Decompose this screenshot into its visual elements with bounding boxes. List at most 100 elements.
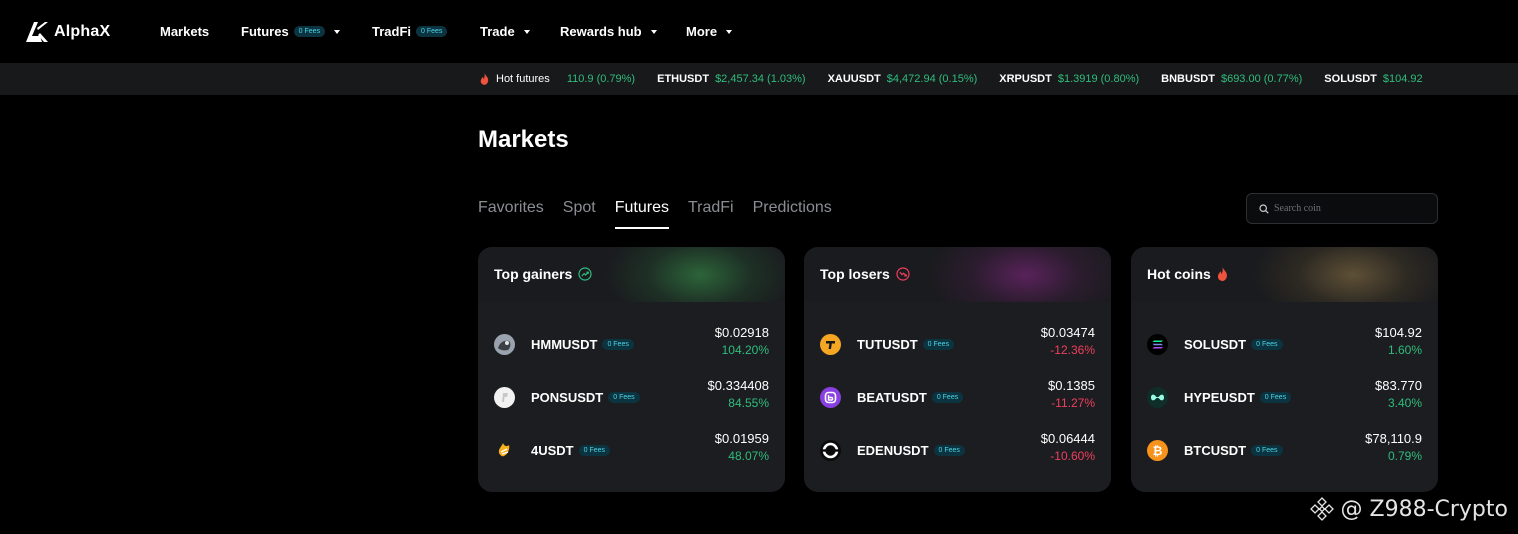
tut-coin-icon <box>820 333 841 355</box>
alphax-logo-icon <box>26 22 48 42</box>
coin-row-beatusdt[interactable]: BEATUSDT 0 Fees $0.1385 -11.27% <box>820 377 1095 417</box>
fee-badge: 0 Fees <box>1251 444 1283 456</box>
coin-change: 84.55% <box>728 396 769 410</box>
fee-badge: 0 Fees <box>578 444 611 456</box>
nav-futures[interactable]: Futures 0 Fees <box>241 24 341 39</box>
binance-square-icon <box>1309 497 1334 521</box>
ticker-symbol[interactable]: SOLUSDT <box>1324 73 1377 85</box>
coin-row-solusdt[interactable]: SOLUSDT 0 Fees $104.92 1.60% <box>1147 324 1422 364</box>
nav-trade[interactable]: Trade <box>480 24 530 39</box>
market-tabs: Favorites Spot Futures TradFi Prediction… <box>478 199 851 231</box>
svg-text:₿: ₿ <box>1153 444 1163 458</box>
coin-symbol: EDENUSDT <box>857 442 929 458</box>
top-losers-card: Top losers TUTUSDT 0 Fees $0.03474 -12.3… <box>804 247 1111 492</box>
ticker-value[interactable]: $1.3919 (0.80%) <box>1058 73 1139 85</box>
nav-markets[interactable]: Markets <box>160 24 209 39</box>
chevron-down-icon <box>523 30 530 34</box>
fee-badge: 0 Fees <box>931 391 964 403</box>
ticker-symbol[interactable]: BNBUSDT <box>1161 73 1215 85</box>
coin-symbol: TUTUSDT <box>857 336 918 352</box>
coin-price: $0.03474 <box>1040 325 1095 340</box>
page-title: Markets <box>478 126 569 153</box>
coin-symbol: SOLUSDT <box>1184 336 1247 352</box>
trend-up-icon <box>578 267 592 281</box>
tab-tradfi[interactable]: TradFi <box>688 199 734 229</box>
coin-symbol: BTCUSDT <box>1184 442 1247 458</box>
coin-change: -12.36% <box>1050 343 1095 357</box>
ticker-symbol[interactable]: ETHUSDT <box>657 73 709 85</box>
coin-price: $0.334408 <box>707 378 769 393</box>
nav-label: Trade <box>480 24 515 39</box>
tab-spot[interactable]: Spot <box>563 199 596 229</box>
coin-price: $0.06444 <box>1040 431 1095 446</box>
hot-futures-ticker: Hot futures 110.9 (0.79%) ETHUSDT $2,457… <box>0 63 1518 95</box>
coin-row-ponsusdt[interactable]: PONSUSDT 0 Fees $0.334408 84.55% <box>494 377 769 417</box>
flame-icon <box>1217 267 1227 281</box>
card-header: Top gainers <box>478 247 785 302</box>
ticker-symbol[interactable]: XAUUSDT <box>828 73 881 85</box>
search-icon <box>1259 203 1269 214</box>
ticker-value[interactable]: $693.00 (0.77%) <box>1221 73 1302 85</box>
coin-change: 3.40% <box>1387 396 1422 410</box>
search-input[interactable] <box>1274 203 1424 214</box>
chevron-down-icon <box>650 30 657 34</box>
coin-change: 1.60% <box>1387 343 1422 357</box>
btc-coin-icon: ₿ <box>1147 439 1168 461</box>
card-header: Hot coins <box>1131 247 1438 302</box>
ticker-value[interactable]: 110.9 (0.79%) <box>567 73 635 85</box>
coin-row-hmmusdt[interactable]: HMMUSDT 0 Fees $0.02918 104.20% <box>494 324 769 364</box>
coin-symbol: PONSUSDT <box>531 389 604 405</box>
brand-logo[interactable]: AlphaX <box>26 20 110 44</box>
coin-price: $0.1385 <box>1048 378 1095 393</box>
coin-change: 104.20% <box>721 343 769 357</box>
coin-price: $83.770 <box>1375 378 1422 393</box>
coin-row-tutusdt[interactable]: TUTUSDT 0 Fees $0.03474 -12.36% <box>820 324 1095 364</box>
coin-symbol: BEATUSDT <box>857 389 927 405</box>
ticker-label: Hot futures <box>480 73 550 85</box>
ticker-value[interactable]: $2,457.34 (1.03%) <box>715 73 806 85</box>
tab-predictions[interactable]: Predictions <box>753 199 832 229</box>
ticker-value[interactable]: $104.92 <box>1383 73 1423 85</box>
flame-icon <box>480 73 489 85</box>
ticker-value[interactable]: $4,472.94 (0.15%) <box>887 73 978 85</box>
hmm-coin-icon <box>494 333 515 355</box>
nav-label: More <box>686 24 718 39</box>
sol-coin-icon <box>1147 333 1168 355</box>
fee-badge: 0 Fees <box>416 26 448 37</box>
coin-price: $104.92 <box>1375 325 1422 340</box>
nav-label: Markets <box>160 24 210 39</box>
top-gainers-card: Top gainers HMMUSDT 0 Fees $0.02918 104.… <box>478 247 785 492</box>
coin-price: $0.02918 <box>714 325 769 340</box>
hot-coins-card: Hot coins SOLUSDT 0 Fees $104.92 1.60% H… <box>1131 247 1438 492</box>
card-header: Top losers <box>804 247 1111 302</box>
nav-tradfi[interactable]: TradFi 0 Fees <box>372 24 448 39</box>
tab-favorites[interactable]: Favorites <box>478 199 544 229</box>
coin-change: -11.27% <box>1051 396 1095 410</box>
ticker-symbol[interactable]: XRPUSDT <box>999 73 1052 85</box>
hype-coin-icon <box>1147 386 1168 408</box>
nav-rewards-hub[interactable]: Rewards hub <box>560 24 657 39</box>
card-title: Hot coins <box>1147 266 1228 282</box>
coin-row-btcusdt[interactable]: ₿ BTCUSDT 0 Fees $78,110.9 0.79% <box>1147 430 1422 470</box>
fee-badge: 0 Fees <box>608 391 640 403</box>
four-coin-icon <box>494 440 515 461</box>
coin-row-edenusdt[interactable]: EDENUSDT 0 Fees $0.06444 -10.60% <box>820 430 1095 470</box>
nav-label: TradFi <box>372 24 412 39</box>
fee-badge: 0 Fees <box>602 338 634 350</box>
nav-more[interactable]: More <box>686 24 733 39</box>
coin-change: -10.60% <box>1050 449 1095 463</box>
fee-badge: 0 Fees <box>293 26 326 37</box>
fee-badge: 0 Fees <box>1259 391 1292 403</box>
fee-badge: 0 Fees <box>933 444 965 456</box>
eden-coin-icon <box>820 439 841 461</box>
nav-label: Rewards hub <box>560 24 642 39</box>
coin-price: $78,110.9 <box>1365 431 1422 446</box>
coin-row-hypeusdt[interactable]: HYPEUSDT 0 Fees $83.770 3.40% <box>1147 377 1422 417</box>
card-title: Top losers <box>820 266 910 282</box>
coin-change: 48.07% <box>728 449 769 463</box>
tab-futures[interactable]: Futures <box>614 199 670 229</box>
card-title: Top gainers <box>494 266 592 282</box>
trend-down-icon <box>896 267 910 281</box>
fee-badge: 0 Fees <box>1251 338 1283 350</box>
coin-row-4usdt[interactable]: 4USDT 0 Fees $0.01959 48.07% <box>494 430 769 470</box>
